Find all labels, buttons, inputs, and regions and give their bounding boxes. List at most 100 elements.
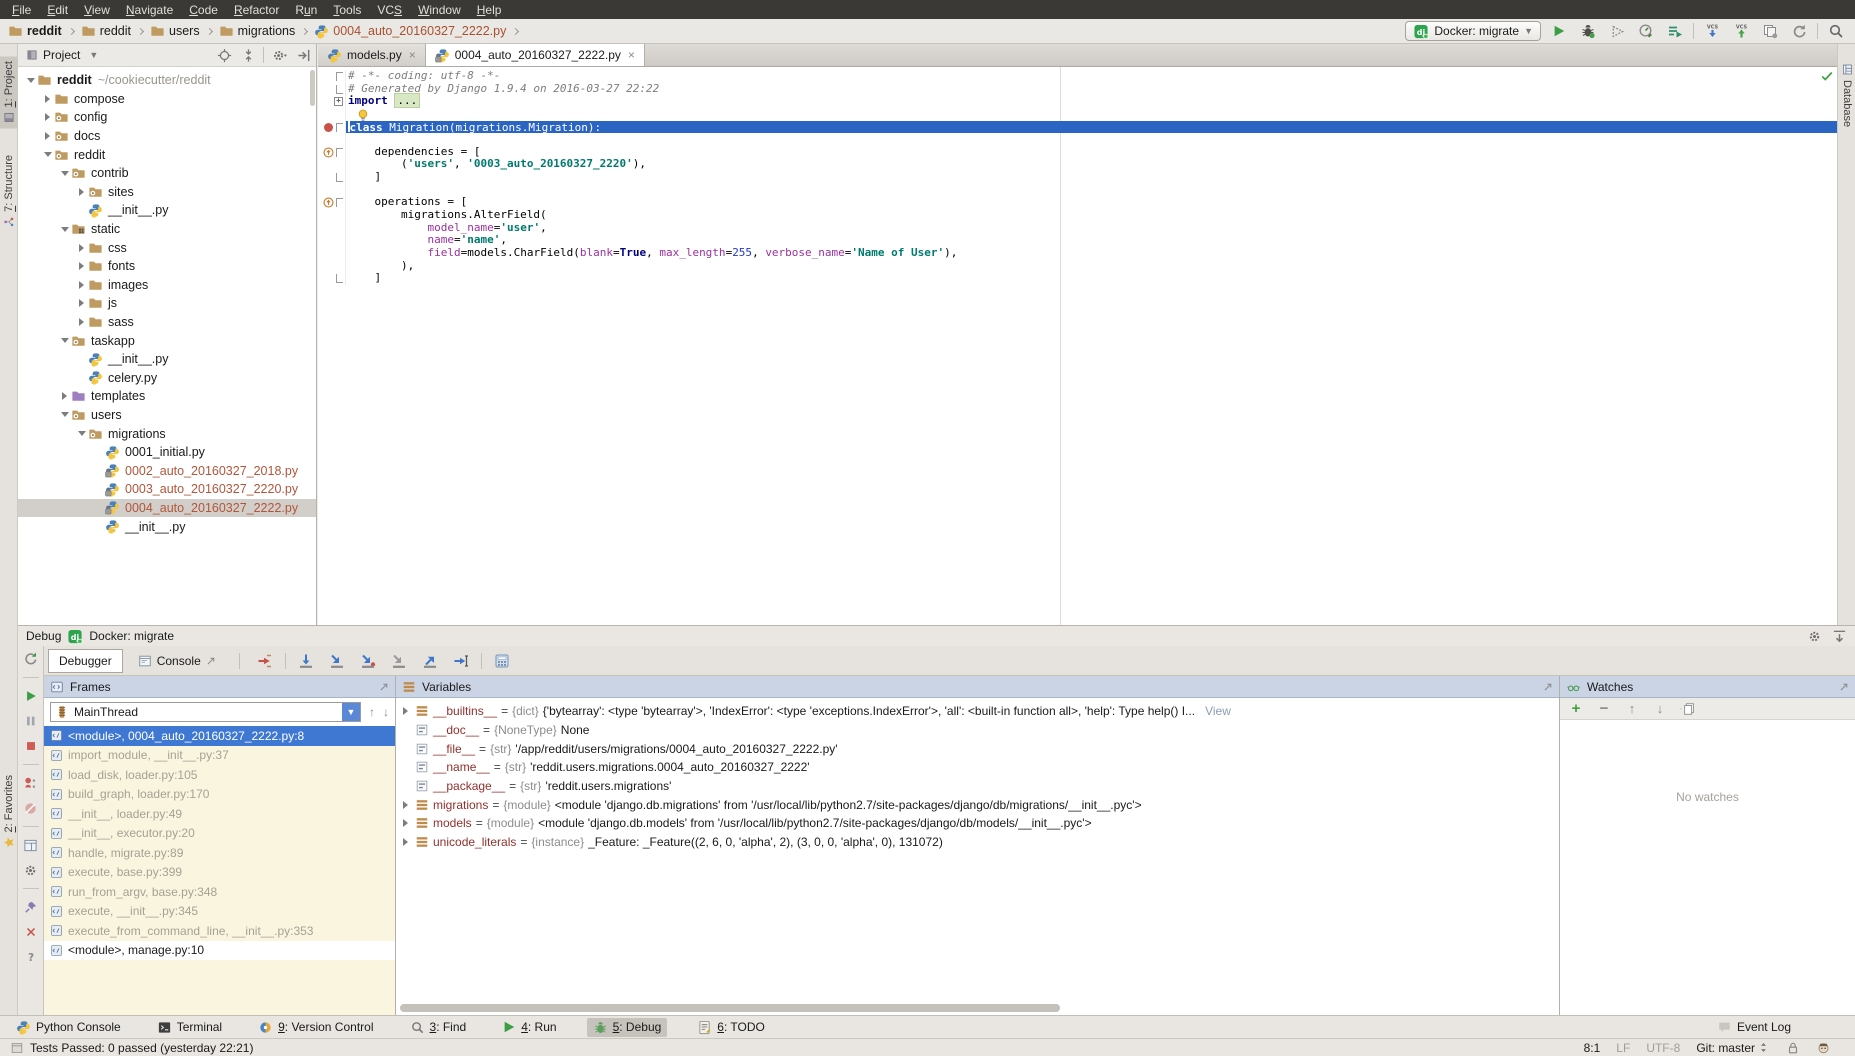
fold-marker[interactable] <box>336 274 343 283</box>
expand-arrow-icon[interactable] <box>75 281 88 289</box>
editor-gutter[interactable] <box>318 196 346 209</box>
copy-watch-button[interactable] <box>1680 701 1696 717</box>
toolwindow-button-event-log[interactable]: Event Log <box>1711 1018 1797 1036</box>
stack-frame[interactable]: <module>, 0004_auto_20160327_2222.py:8 <box>44 726 395 746</box>
view-breakpoints-button[interactable] <box>21 774 41 792</box>
help-button[interactable]: ? <box>21 948 41 966</box>
remove-watch-button[interactable]: − <box>1596 701 1612 717</box>
run-configs-button[interactable] <box>1664 20 1686 42</box>
stack-frame[interactable]: load_disk, loader.py:105 <box>44 765 395 785</box>
run-to-cursor-button[interactable] <box>450 650 472 672</box>
fold-marker[interactable] <box>336 123 343 132</box>
menu-item-vcs[interactable]: VCS <box>369 0 410 19</box>
tree-item-js[interactable]: js <box>18 294 316 313</box>
tree-scrollbar[interactable] <box>310 70 315 106</box>
breadcrumb-item-reddit[interactable]: reddit <box>81 24 131 38</box>
coverage-button[interactable] <box>1606 20 1628 42</box>
tree-item-docs[interactable]: docs <box>18 127 316 146</box>
variable-row[interactable]: unicode_literals = {instance} _Feature: … <box>396 833 1559 852</box>
tree-item-0003-auto-20160327-2220-py[interactable]: 0003_auto_20160327_2220.py <box>18 480 316 499</box>
menu-item-navigate[interactable]: Navigate <box>118 0 181 19</box>
stack-frame[interactable]: import_module, __init__.py:37 <box>44 746 395 766</box>
debugger-tab-console[interactable]: Console <box>127 649 227 673</box>
breadcrumb-item-0004-auto-20160327-2222-py[interactable]: 0004_auto_20160327_2222.py <box>314 24 506 39</box>
project-view-select[interactable]: Project ▼ <box>26 48 98 62</box>
gear-dropdown-button[interactable] <box>270 46 288 64</box>
run-button[interactable] <box>1548 20 1570 42</box>
breadcrumb-item-reddit[interactable]: reddit <box>8 24 62 38</box>
fold-marker[interactable]: + <box>334 97 343 106</box>
expand-arrow-icon[interactable] <box>400 801 411 809</box>
horizontal-scrollbar[interactable] <box>400 1004 1060 1012</box>
fold-marker[interactable] <box>336 173 343 182</box>
menu-item-view[interactable]: View <box>76 0 118 19</box>
step-into-button[interactable] <box>326 650 348 672</box>
pause-button[interactable] <box>21 712 41 730</box>
restore-layout-button[interactable] <box>21 836 41 854</box>
editor-gutter[interactable]: + <box>318 95 346 108</box>
tree-item-init-py[interactable]: __init__.py <box>18 350 316 369</box>
tree-item-taskapp[interactable]: taskapp <box>18 331 316 350</box>
debugger-tab-debugger[interactable]: Debugger <box>48 649 123 673</box>
force-step-into-button[interactable] <box>357 650 379 672</box>
editor-gutter[interactable] <box>318 146 346 159</box>
collapse-all-button[interactable] <box>239 46 257 64</box>
smart-step-into-button[interactable] <box>388 650 410 672</box>
variable-row[interactable]: __package__ = {str} 'reddit.users.migrat… <box>396 777 1559 796</box>
fold-marker[interactable] <box>336 72 343 81</box>
breadcrumb-item-users[interactable]: users <box>150 24 200 38</box>
hide-panel-icon[interactable] <box>1832 629 1847 644</box>
toolwindow-button-4-run[interactable]: 4: Run <box>496 1018 562 1036</box>
tool-stripe-tab-7-structure[interactable]: 7: Structure <box>0 150 18 233</box>
editor-gutter[interactable] <box>318 70 346 83</box>
collapse-arrow-icon[interactable] <box>58 171 71 176</box>
menu-item-window[interactable]: Window <box>410 0 469 19</box>
tree-item-users[interactable]: users <box>18 406 316 425</box>
stack-frame[interactable]: __init__, executor.py:20 <box>44 824 395 844</box>
tool-stripe-tab-2-favorites[interactable]: 2: Favorites <box>0 770 18 853</box>
expand-arrow-icon[interactable] <box>400 838 411 846</box>
changes-button[interactable] <box>1759 20 1781 42</box>
menu-item-edit[interactable]: Edit <box>39 0 76 19</box>
settings-button[interactable] <box>21 861 41 879</box>
editor-gutter[interactable] <box>318 108 346 121</box>
vcs-update-button[interactable]: VCS <box>1701 20 1723 42</box>
rerun-button[interactable] <box>21 650 41 668</box>
debug-bug-button[interactable] <box>1577 20 1599 42</box>
expand-arrow-icon[interactable] <box>41 132 54 140</box>
stack-frame[interactable]: <module>, manage.py:10 <box>44 941 395 961</box>
toolwindow-button-9-version-control[interactable]: 9: Version Control <box>252 1018 379 1037</box>
intention-lightbulb-icon[interactable] <box>356 108 370 123</box>
inspections-profile-icon[interactable] <box>1816 1040 1831 1055</box>
fold-marker[interactable] <box>336 198 343 207</box>
hide-side-button[interactable] <box>294 46 312 64</box>
tree-item-templates[interactable]: templates <box>18 387 316 406</box>
profile-button[interactable] <box>1635 20 1657 42</box>
git-branch-widget[interactable]: Git: master <box>1696 1041 1770 1055</box>
breadcrumb-item-migrations[interactable]: migrations <box>219 24 296 38</box>
tree-item-0004-auto-20160327-2222-py[interactable]: 0004_auto_20160327_2222.py <box>18 499 316 518</box>
run-configuration-select[interactable]: dj Docker: migrate ▼ <box>1405 21 1541 41</box>
tree-item-celery-py[interactable]: celery.py <box>18 369 316 388</box>
menu-item-file[interactable]: File <box>4 0 39 19</box>
resume-button[interactable] <box>21 687 41 705</box>
collapse-arrow-icon[interactable] <box>24 78 37 83</box>
stop-button[interactable] <box>21 737 41 755</box>
variable-row[interactable]: __file__ = {str} '/app/reddit/users/migr… <box>396 739 1559 758</box>
toolwindow-button-terminal[interactable]: Terminal <box>151 1018 228 1037</box>
editor-gutter[interactable] <box>318 121 346 134</box>
close-red-button[interactable] <box>21 923 41 941</box>
stack-frame[interactable]: __init__, loader.py:49 <box>44 804 395 824</box>
vcs-commit-button[interactable]: VCS <box>1730 20 1752 42</box>
tree-item-reddit[interactable]: reddit ~/cookiecutter/reddit <box>18 71 316 90</box>
expand-arrow-icon[interactable] <box>75 262 88 270</box>
editor-gutter[interactable] <box>318 260 346 273</box>
tree-item-0002-auto-20160327-2018-py[interactable]: 0002_auto_20160327_2018.py <box>18 461 316 480</box>
menu-item-help[interactable]: Help <box>469 0 510 19</box>
stack-frame[interactable]: handle, migrate.py:89 <box>44 843 395 863</box>
tree-item-fonts[interactable]: fonts <box>18 257 316 276</box>
float-panel-icon[interactable] <box>1839 682 1849 692</box>
step-over-button[interactable] <box>295 650 317 672</box>
menu-item-tools[interactable]: Tools <box>325 0 369 19</box>
tree-item-config[interactable]: config <box>18 108 316 127</box>
